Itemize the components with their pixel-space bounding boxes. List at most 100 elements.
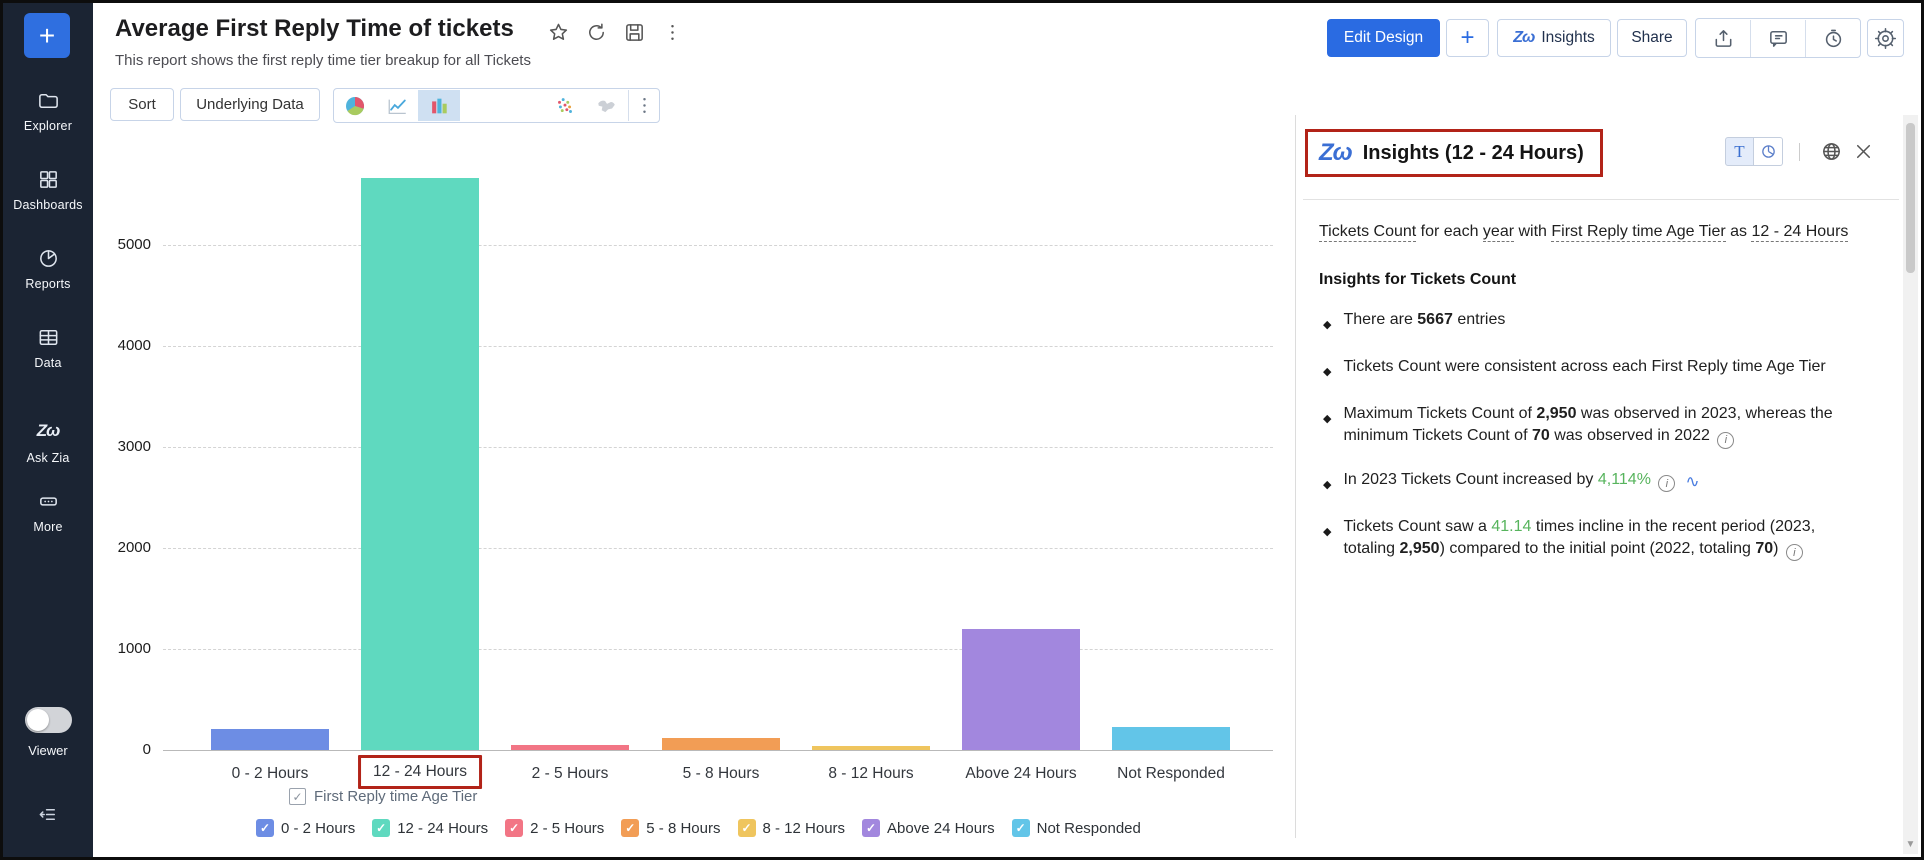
y-axis-tick-label: 4000 bbox=[63, 337, 151, 354]
comment-icon[interactable] bbox=[1750, 20, 1805, 57]
sidebar: + ExplorerDashboardsReportsDataZωAsk Zia… bbox=[3, 3, 93, 857]
chart-type-scatter-icon[interactable] bbox=[544, 90, 586, 121]
x-axis-label: Above 24 Hours bbox=[965, 765, 1076, 783]
sidebar-item-more[interactable]: More bbox=[3, 490, 93, 534]
chart-type-bar-line-icon[interactable] bbox=[502, 90, 544, 121]
chart-type-more-icon[interactable] bbox=[628, 90, 659, 121]
sidebar-item-label: More bbox=[3, 520, 93, 534]
schedule-icon[interactable] bbox=[1805, 20, 1860, 57]
legend-label: 5 - 8 Hours bbox=[646, 820, 720, 837]
bar-5---8-hours[interactable] bbox=[662, 738, 780, 750]
y-axis-tick-label: 2000 bbox=[63, 539, 151, 556]
sidebar-item-reports[interactable]: Reports bbox=[3, 247, 93, 291]
bar-not-responded[interactable] bbox=[1112, 727, 1230, 750]
export-icon[interactable] bbox=[1696, 20, 1750, 57]
gridline bbox=[163, 447, 1273, 448]
collapse-sidebar-icon[interactable] bbox=[3, 803, 93, 831]
scrollbar-thumb[interactable] bbox=[1906, 123, 1915, 273]
y-axis-tick-label: 5000 bbox=[63, 236, 151, 253]
page-subtitle: This report shows the first reply time t… bbox=[115, 52, 531, 69]
legend-item-not-responded[interactable]: ✓Not Responded bbox=[1012, 819, 1141, 837]
vertical-scrollbar: ▼ bbox=[1903, 115, 1918, 854]
insights-button-label: Insights bbox=[1541, 29, 1594, 47]
bullet-diamond-icon: ◆ bbox=[1323, 474, 1331, 496]
create-new-button[interactable]: + bbox=[24, 13, 70, 58]
language-globe-icon[interactable] bbox=[1818, 139, 1844, 165]
legend-label: 0 - 2 Hours bbox=[281, 820, 355, 837]
chart-type-map-icon[interactable] bbox=[586, 90, 628, 121]
header-actions: Edit Design + Zω Insights Share bbox=[1327, 19, 1904, 57]
info-icon[interactable]: i bbox=[1717, 432, 1734, 449]
sidebar-item-explorer[interactable]: Explorer bbox=[3, 89, 93, 133]
scrollbar-down-arrow[interactable]: ▼ bbox=[1903, 839, 1918, 850]
chart-type-pie-icon[interactable] bbox=[334, 90, 376, 121]
sidebar-item-label: Explorer bbox=[3, 119, 93, 133]
legend-item-0---2-hours[interactable]: ✓ 0 - 2 Hours bbox=[256, 819, 355, 837]
add-button[interactable]: + bbox=[1446, 19, 1489, 57]
checkbox-icon: ✓ bbox=[289, 788, 306, 805]
folder-icon bbox=[3, 89, 93, 115]
axis-field-checkbox[interactable]: ✓ First Reply time Age Tier bbox=[289, 788, 477, 805]
legend-item-12---24-hours[interactable]: ✓12 - 24 Hours bbox=[372, 819, 488, 837]
insights-header-divider bbox=[1303, 199, 1899, 200]
viewer-toggle[interactable] bbox=[25, 707, 72, 733]
legend-item-5---8-hours[interactable]: ✓5 - 8 Hours bbox=[621, 819, 720, 837]
info-icon[interactable]: i bbox=[1658, 475, 1675, 492]
chart-view-toggle[interactable] bbox=[1754, 137, 1783, 166]
legend-checkbox: ✓ bbox=[505, 819, 523, 837]
y-axis-tick-label: 3000 bbox=[63, 438, 151, 455]
toggle-knob bbox=[27, 709, 49, 731]
insights-panel-divider bbox=[1295, 115, 1296, 838]
app-window: + ExplorerDashboardsReportsDataZωAsk Zia… bbox=[0, 0, 1924, 860]
info-icon[interactable]: i bbox=[1786, 544, 1803, 561]
underlying-data-button[interactable]: Underlying Data bbox=[180, 88, 320, 121]
star-icon[interactable] bbox=[546, 20, 570, 44]
legend-item-2---5-hours[interactable]: ✓2 - 5 Hours bbox=[505, 819, 604, 837]
gridline bbox=[163, 649, 1273, 650]
bar-8---12-hours[interactable] bbox=[812, 746, 930, 750]
header-icon-group bbox=[1695, 18, 1861, 58]
sidebar-item-label: Reports bbox=[3, 277, 93, 291]
legend-label: Not Responded bbox=[1037, 820, 1141, 837]
bar-above-24-hours[interactable] bbox=[962, 629, 1080, 750]
bullet-diamond-icon: ◆ bbox=[1323, 314, 1331, 336]
bar-12---24-hours[interactable] bbox=[361, 178, 479, 750]
sidebar-item-label: Dashboards bbox=[3, 198, 93, 212]
title-icon-row bbox=[546, 20, 684, 44]
chart-type-bar-icon[interactable] bbox=[418, 90, 460, 121]
legend-label: 12 - 24 Hours bbox=[397, 820, 488, 837]
close-icon[interactable] bbox=[1850, 139, 1876, 165]
insight-bullet: ◆Maximum Tickets Count of 2,950 was obse… bbox=[1319, 403, 1864, 449]
legend-item-8---12-hours[interactable]: ✓8 - 12 Hours bbox=[738, 819, 846, 837]
bullet-diamond-icon: ◆ bbox=[1323, 361, 1331, 383]
legend-checkbox: ✓ bbox=[256, 819, 274, 837]
insights-button[interactable]: Zω Insights bbox=[1497, 19, 1611, 57]
bullet-diamond-icon: ◆ bbox=[1323, 521, 1331, 562]
dashboards-icon bbox=[3, 168, 93, 194]
save-icon[interactable] bbox=[622, 20, 646, 44]
share-button[interactable]: Share bbox=[1617, 19, 1687, 57]
settings-gear-icon[interactable] bbox=[1867, 19, 1904, 57]
axis-field-label: First Reply time Age Tier bbox=[314, 788, 477, 805]
insights-panel-header: Zω Insights (12 - 24 Hours) bbox=[1305, 129, 1603, 177]
text-view-toggle[interactable]: T bbox=[1725, 137, 1754, 166]
insights-section-heading: Insights for Tickets Count bbox=[1319, 269, 1864, 291]
trend-chart-icon[interactable]: ∿ bbox=[1685, 471, 1699, 493]
gridline bbox=[163, 548, 1273, 549]
sort-button[interactable]: Sort bbox=[110, 88, 174, 121]
more-icon bbox=[3, 490, 93, 516]
x-axis-label-highlighted: 12 - 24 Hours bbox=[358, 755, 482, 789]
bar-0---2-hours[interactable] bbox=[211, 729, 329, 750]
chart-type-line-icon[interactable] bbox=[376, 90, 418, 121]
edit-design-button[interactable]: Edit Design bbox=[1327, 19, 1440, 57]
chart-type-stacked-bar-icon[interactable] bbox=[460, 90, 502, 121]
sidebar-item-dashboards[interactable]: Dashboards bbox=[3, 168, 93, 212]
x-axis-label: 8 - 12 Hours bbox=[828, 765, 913, 783]
refresh-icon[interactable] bbox=[584, 20, 608, 44]
insight-bullet: ◆In 2023 Tickets Count increased by 4,11… bbox=[1319, 469, 1864, 496]
legend-item-above-24-hours[interactable]: ✓Above 24 Hours bbox=[862, 819, 995, 837]
insights-panel-tools: T bbox=[1725, 137, 1876, 166]
bar-2---5-hours[interactable] bbox=[511, 745, 629, 750]
kebab-menu-icon[interactable] bbox=[660, 20, 684, 44]
x-axis-label: 2 - 5 Hours bbox=[532, 765, 609, 783]
